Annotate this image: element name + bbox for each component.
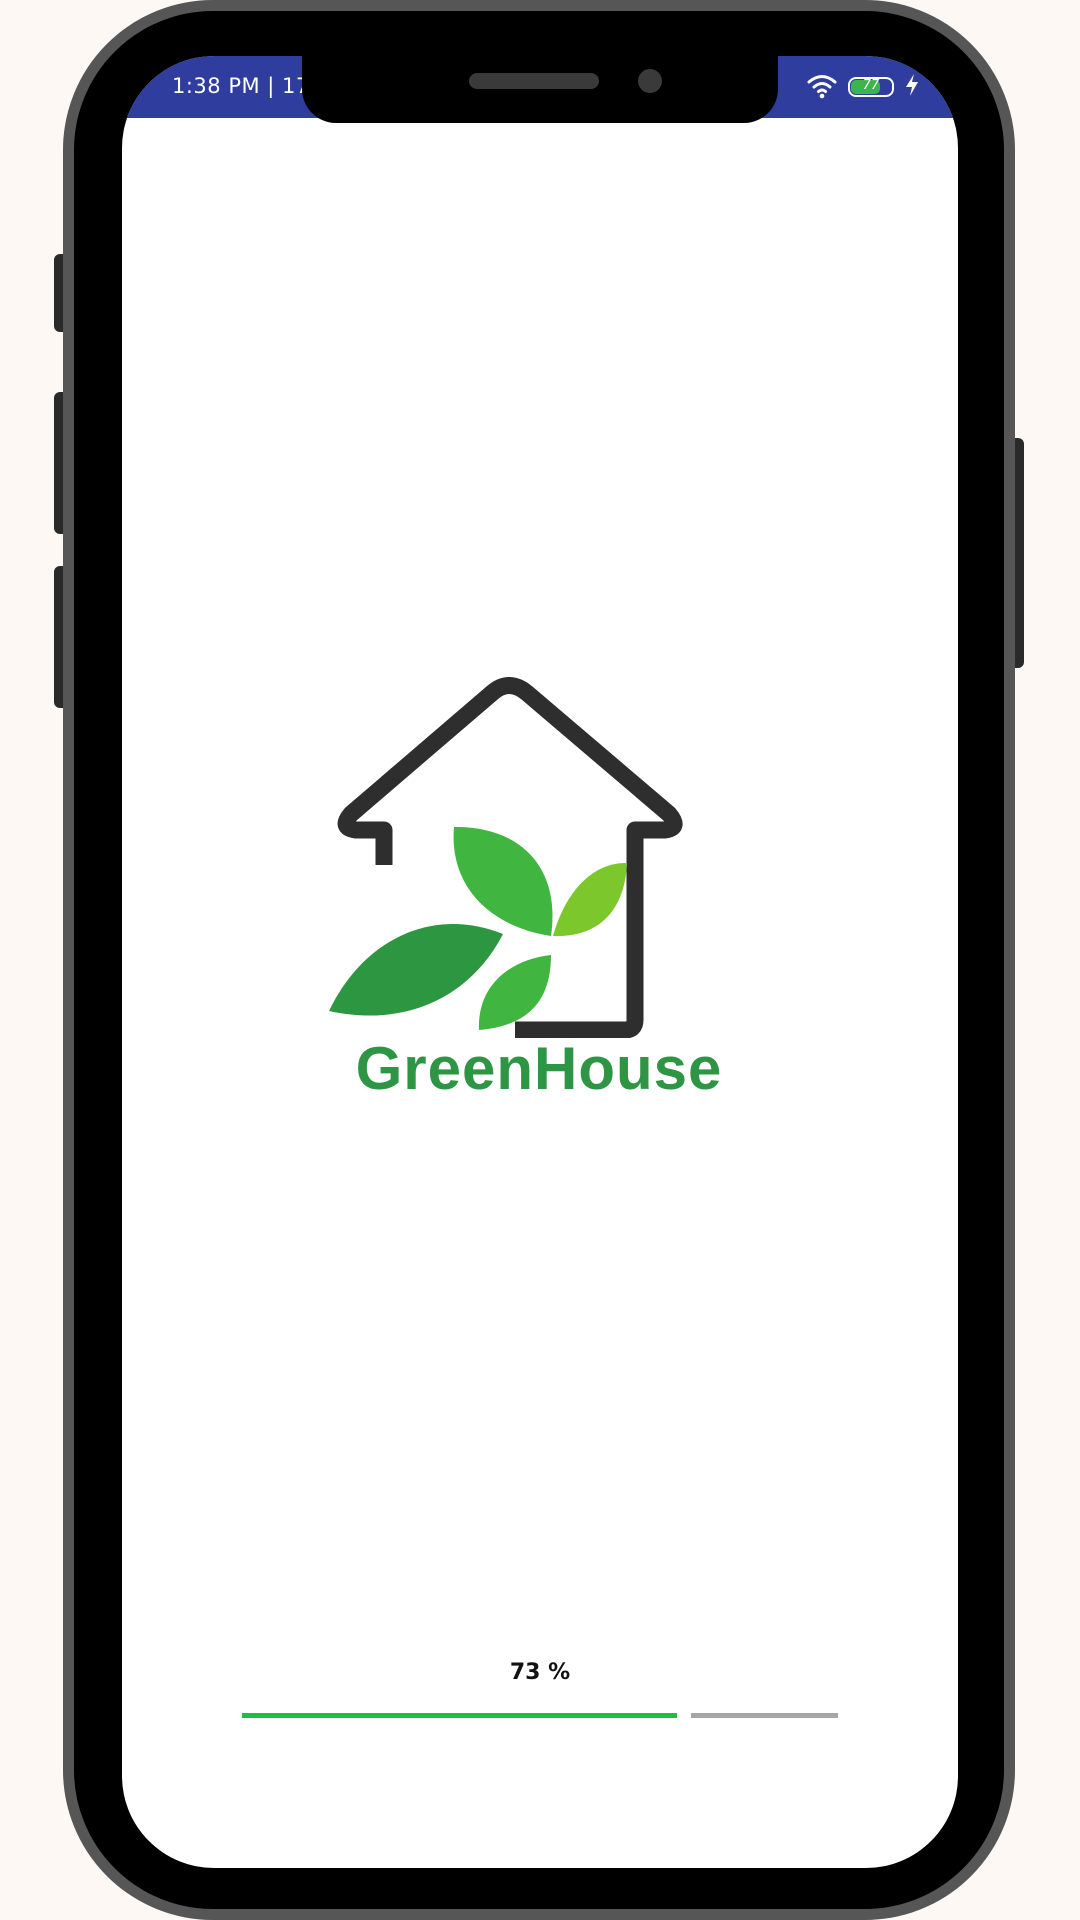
splash-screen: 1:38 PM | 17. 77 GreenHouse 73 %	[122, 56, 958, 1868]
progress-remaining	[691, 1713, 838, 1718]
earpiece-speaker	[469, 73, 599, 89]
wifi-icon	[806, 71, 838, 103]
device-mockup: 1:38 PM | 17. 77 GreenHouse 73 %	[0, 0, 1080, 1920]
progress-percentage: 73 %	[509, 1660, 571, 1685]
front-camera	[638, 69, 662, 93]
app-logo: GreenHouse	[329, 638, 749, 1102]
battery-level: 77	[862, 78, 880, 93]
leaf-bottom	[478, 955, 551, 1030]
charging-icon	[904, 73, 920, 101]
house-leaves-logo	[329, 677, 683, 1039]
status-icons: 77	[806, 72, 920, 102]
leaf-top	[453, 826, 553, 936]
app-name: GreenHouse	[355, 1035, 723, 1102]
camera-notch	[302, 56, 778, 123]
loading-progress-bar	[242, 1713, 838, 1718]
leaf-right	[553, 862, 627, 937]
battery-icon: 77	[848, 77, 894, 97]
status-time: 1:38 PM | 17.	[172, 74, 317, 98]
progress-fill	[242, 1713, 677, 1718]
leaf-large	[329, 923, 503, 1016]
